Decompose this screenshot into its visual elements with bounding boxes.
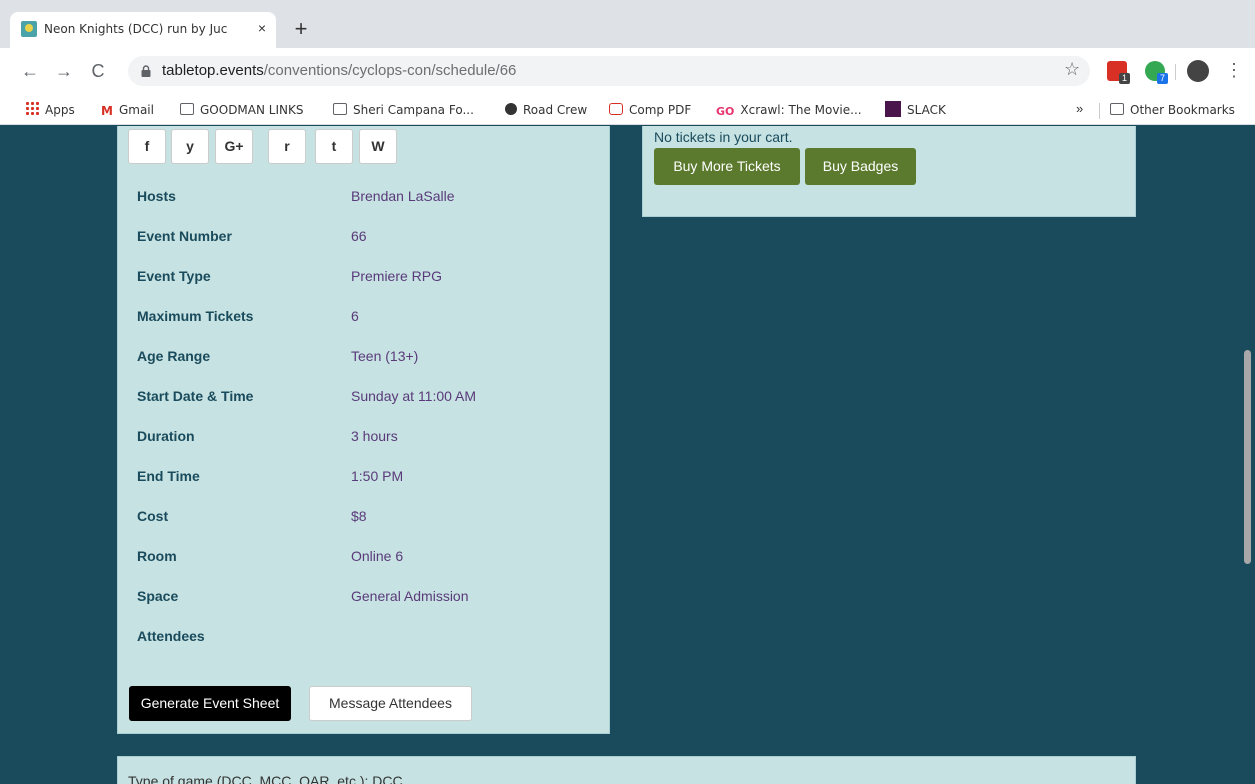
twitter-share-icon[interactable]: y bbox=[171, 129, 209, 164]
url-path: /conventions/cyclops-con/schedule/66 bbox=[263, 62, 517, 79]
toolbar-divider bbox=[1175, 64, 1176, 80]
reload-button[interactable]: C bbox=[86, 59, 110, 83]
message-attendees-button[interactable]: Message Attendees bbox=[309, 686, 472, 721]
tab-close-icon[interactable]: × bbox=[253, 18, 271, 38]
event-details-panel: f y G+ r t W Hosts Brendan LaSalle Event… bbox=[117, 126, 610, 734]
detail-value: Sunday at 11:00 AM bbox=[351, 388, 477, 404]
bookmark-goodman-links[interactable]: GOODMAN LINKS bbox=[180, 101, 303, 119]
tumblr-share-icon[interactable]: t bbox=[315, 129, 353, 164]
scrollbar-thumb[interactable] bbox=[1244, 350, 1251, 564]
bookmark-label: Sheri Campana Fo... bbox=[353, 103, 474, 117]
detail-label: Space bbox=[137, 588, 179, 604]
bookmark-slack[interactable]: SLACK bbox=[885, 101, 946, 119]
detail-value[interactable]: Premiere RPG bbox=[351, 268, 601, 284]
page-content: f y G+ r t W Hosts Brendan LaSalle Event… bbox=[0, 126, 1255, 784]
other-bookmarks[interactable]: Other Bookmarks bbox=[1110, 101, 1235, 119]
event-description-panel: Type of game (DCC, MCC, OAR, etc.): DCC bbox=[117, 756, 1136, 784]
detail-label: Event Type bbox=[137, 268, 211, 284]
cart-panel: No tickets in your cart. Buy More Ticket… bbox=[642, 126, 1136, 217]
bookmark-label: Gmail bbox=[118, 103, 154, 117]
buy-more-tickets-button[interactable]: Buy More Tickets bbox=[654, 148, 800, 185]
site-favicon-icon bbox=[21, 21, 37, 37]
bookmark-apps[interactable]: Apps bbox=[25, 101, 75, 119]
url-host: tabletop.events bbox=[162, 62, 264, 79]
detail-label: Maximum Tickets bbox=[137, 308, 254, 324]
slack-icon bbox=[885, 101, 901, 117]
bookmark-comp-pdf[interactable]: Comp PDF bbox=[609, 101, 691, 119]
detail-value: 1:50 PM bbox=[351, 468, 404, 484]
bookmark-label: Road Crew bbox=[523, 103, 588, 117]
detail-label: Event Number bbox=[137, 228, 232, 244]
bookmark-label: GOODMAN LINKS bbox=[200, 103, 304, 117]
detail-value[interactable]: Brendan LaSalle bbox=[351, 188, 601, 204]
bookmark-sheri-campana[interactable]: Sheri Campana Fo... bbox=[333, 101, 474, 119]
browser-menu-icon[interactable]: ⋮ bbox=[1225, 60, 1243, 81]
google-plus-share-icon[interactable]: G+ bbox=[215, 129, 253, 164]
bookmark-label: Comp PDF bbox=[629, 103, 692, 117]
bookmark-label: SLACK bbox=[907, 103, 946, 117]
detail-value: Teen (13+) bbox=[351, 348, 419, 364]
folder-icon bbox=[333, 103, 347, 115]
bookmarks-divider bbox=[1099, 103, 1100, 119]
browser-tab[interactable]: Neon Knights (DCC) run by Juc × bbox=[10, 12, 276, 48]
forward-button[interactable]: → bbox=[52, 59, 76, 83]
detail-value[interactable]: Online 6 bbox=[351, 548, 601, 564]
folder-icon bbox=[180, 103, 194, 115]
generate-event-sheet-button[interactable]: Generate Event Sheet bbox=[129, 686, 291, 721]
detail-value: 6 bbox=[351, 308, 359, 324]
extension-badge: 7 bbox=[1157, 73, 1168, 84]
detail-label: End Time bbox=[137, 468, 200, 484]
bookmark-xcrawl[interactable]: GO Xcrawl: The Movie... bbox=[716, 101, 862, 119]
wordpress-share-icon[interactable]: W bbox=[359, 129, 397, 164]
facebook-share-icon[interactable]: f bbox=[128, 129, 166, 164]
buy-badges-button[interactable]: Buy Badges bbox=[805, 148, 916, 185]
bookmark-label: Other Bookmarks bbox=[1130, 103, 1235, 117]
gmail-icon: M bbox=[101, 104, 113, 118]
bookmark-star-icon[interactable]: ☆ bbox=[1064, 59, 1080, 80]
bookmark-road-crew[interactable]: Road Crew bbox=[505, 101, 587, 119]
detail-label: Start Date & Time bbox=[137, 388, 254, 404]
bookmark-label: Xcrawl: The Movie... bbox=[740, 103, 862, 117]
detail-label: Room bbox=[137, 548, 177, 564]
detail-value: 66 bbox=[351, 228, 367, 244]
detail-label: Hosts bbox=[137, 188, 176, 204]
tab-strip: Neon Knights (DCC) run by Juc × + bbox=[0, 0, 1255, 48]
new-tab-button[interactable]: + bbox=[289, 18, 313, 42]
game-type-text: Type of game (DCC, MCC, OAR, etc.): DCC bbox=[128, 773, 403, 784]
cart-empty-text: No tickets in your cart. bbox=[654, 129, 793, 145]
tab-title: Neon Knights (DCC) run by Juc bbox=[44, 22, 228, 36]
detail-value: $8 bbox=[351, 508, 367, 524]
url-text: tabletop.events/conventions/cyclops-con/… bbox=[162, 62, 516, 79]
address-bar[interactable]: tabletop.events/conventions/cyclops-con/… bbox=[128, 56, 1090, 86]
reddit-share-icon[interactable]: r bbox=[268, 129, 306, 164]
detail-label: Cost bbox=[137, 508, 169, 524]
detail-value[interactable]: General Admission bbox=[351, 588, 601, 604]
globe-icon bbox=[505, 103, 517, 115]
extension-red-icon[interactable]: 1 bbox=[1107, 61, 1130, 84]
detail-label: Duration bbox=[137, 428, 195, 444]
bookmark-label: Apps bbox=[45, 103, 75, 117]
more-bookmarks-button[interactable]: » bbox=[1076, 101, 1083, 116]
folder-icon bbox=[1110, 103, 1124, 115]
back-button[interactable]: ← bbox=[18, 59, 42, 83]
extension-green-icon[interactable]: 7 bbox=[1145, 61, 1168, 84]
page-scrollbar[interactable] bbox=[1241, 126, 1255, 784]
detail-value: 3 hours bbox=[351, 428, 398, 444]
bookmark-gmail[interactable]: M Gmail bbox=[101, 101, 154, 119]
bookmarks-bar: Apps M Gmail GOODMAN LINKS Sheri Campana … bbox=[0, 95, 1255, 125]
detail-label: Attendees bbox=[137, 628, 205, 644]
lock-icon bbox=[141, 65, 151, 77]
browser-toolbar: ← → C tabletop.events/conventions/cyclop… bbox=[0, 48, 1255, 95]
pdf-icon bbox=[609, 103, 623, 115]
apps-grid-icon bbox=[25, 101, 39, 115]
profile-avatar[interactable] bbox=[1187, 60, 1209, 82]
extension-badge: 1 bbox=[1119, 73, 1130, 84]
detail-label: Age Range bbox=[137, 348, 211, 364]
go-icon: GO bbox=[716, 105, 735, 118]
